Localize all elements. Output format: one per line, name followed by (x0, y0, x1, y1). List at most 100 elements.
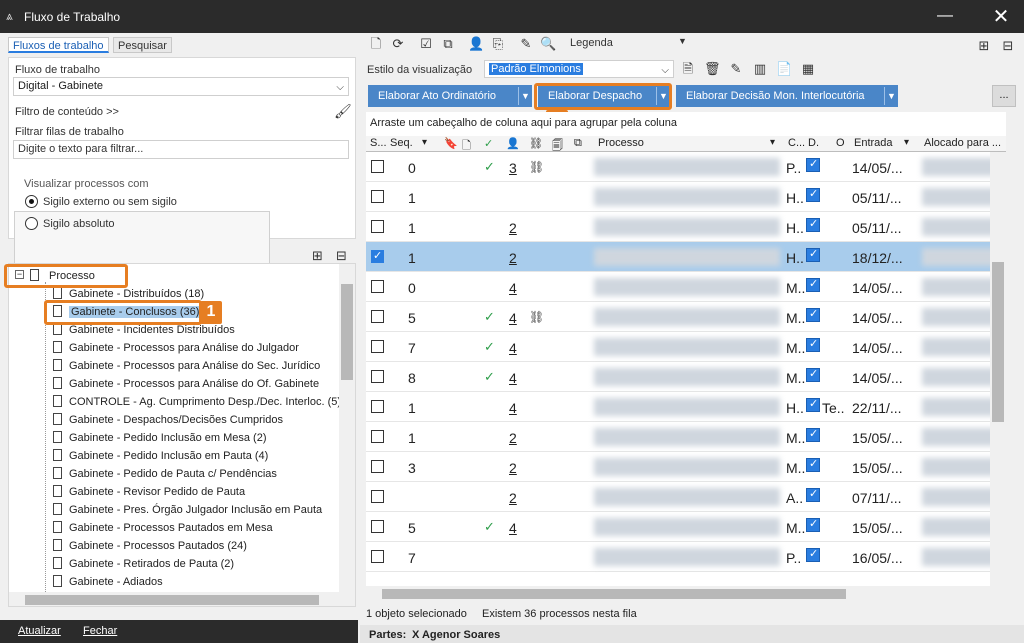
table-row[interactable]: 0 4 M.. 14/05/... (366, 272, 1006, 302)
row-checkbox[interactable] (371, 460, 384, 473)
tree-item[interactable]: Gabinete - Adiados (69, 576, 163, 588)
table-row[interactable]: 2 A.. 07/11/... (366, 482, 1006, 512)
row-doc-checkbox[interactable] (806, 397, 820, 412)
row-doc-checkbox[interactable] (806, 277, 820, 292)
row-number-link[interactable]: 4 (509, 370, 517, 386)
tree-item[interactable]: Gabinete - Processos para Análise do Jul… (69, 342, 299, 354)
view-style-select[interactable]: Padrão Elmonions ⌵ (484, 60, 674, 78)
row-doc-checkbox[interactable] (806, 517, 820, 532)
action-decisao-interlocutoria[interactable]: Elaborar Decisão Mon. Interlocutória ▼ (676, 85, 898, 107)
row-number-link[interactable]: 3 (509, 160, 517, 176)
row-checkbox[interactable] (371, 220, 384, 233)
edit-icon[interactable]: ✎ (728, 61, 744, 77)
tree-item[interactable]: Gabinete - Incidentes Distribuídos (69, 324, 235, 336)
col-s[interactable]: S... (370, 137, 387, 149)
row-checkbox[interactable] (371, 400, 384, 413)
tree-item[interactable]: Gabinete - Processos Pautados em Mesa (69, 522, 273, 534)
brush-icon[interactable]: 🖌 (334, 103, 352, 120)
grid-scroll-thumb[interactable] (992, 262, 1004, 422)
close-button[interactable]: Fechar (83, 625, 117, 637)
tree-item[interactable]: Gabinete - Revisor Pedido de Pauta (69, 486, 245, 498)
col-seq[interactable]: Seq. (390, 137, 413, 149)
tree-item[interactable]: Gabinete - Pedido de Pauta c/ Pendências (69, 468, 277, 480)
row-checkbox[interactable] (371, 490, 384, 503)
grid-h-scroll-thumb[interactable] (382, 589, 846, 599)
action-ato-ordinatorio[interactable]: Elaborar Ato Ordinatório ▼ (368, 85, 532, 107)
radio-sigilo-externo[interactable] (25, 195, 38, 208)
bookmark-icon[interactable]: 🔖 (444, 137, 458, 150)
table-row[interactable]: 3 2 M.. 15/05/... (366, 452, 1006, 482)
row-number-link[interactable]: 2 (509, 250, 517, 266)
tree-collapse-icon[interactable]: ⊟ (336, 248, 347, 264)
row-checkbox[interactable] (371, 190, 384, 203)
row-number-link[interactable]: 4 (509, 340, 517, 356)
row-checkbox[interactable] (371, 340, 384, 353)
tree-item[interactable]: Gabinete - Processos para Análise do Sec… (69, 360, 320, 372)
check-col-icon[interactable]: ✓ (484, 137, 493, 150)
legend-label[interactable]: Legenda (570, 37, 613, 49)
tree-item[interactable]: Gabinete - Pres. Órgão Julgador Inclusão… (69, 504, 322, 516)
row-doc-checkbox[interactable] (806, 157, 820, 172)
grid-settings-icon[interactable]: ▦ (800, 61, 816, 77)
row-doc-checkbox[interactable] (806, 187, 820, 202)
radio-sigilo-absoluto[interactable] (25, 217, 38, 230)
workflow-select[interactable]: Digital - Gabinete ⌵ (13, 77, 349, 96)
close-window-button[interactable]: ✕ (990, 6, 1012, 28)
row-number-link[interactable]: 2 (509, 490, 517, 506)
panel-layout-icon[interactable]: ⊟ (1000, 38, 1016, 54)
tree-item[interactable]: Gabinete - Retirados de Pauta (2) (69, 558, 234, 570)
report-icon[interactable]: 📄 (776, 61, 792, 77)
tree-item[interactable]: Gabinete - Processos para Análise do Of.… (69, 378, 319, 390)
refresh-icon[interactable]: ⟳ (390, 36, 406, 52)
filter-icon[interactable]: ▾ (904, 137, 909, 148)
row-doc-checkbox[interactable] (806, 457, 820, 472)
content-filter-link[interactable]: Filtro de conteúdo >> (15, 106, 119, 118)
table-row[interactable]: 8 ✓ 4 M.. 14/05/... (366, 362, 1006, 392)
row-checkbox[interactable] (371, 249, 384, 263)
row-number-link[interactable]: 4 (509, 310, 517, 326)
tree-item[interactable]: Gabinete - Despachos/Decisões Cumpridos (69, 414, 283, 426)
grid-vertical-scrollbar[interactable] (990, 152, 1006, 602)
row-checkbox[interactable] (371, 370, 384, 383)
tree-item[interactable]: Gabinete - Distribuídos (18) (69, 288, 204, 300)
row-number-link[interactable]: 4 (509, 400, 517, 416)
row-number-link[interactable]: 2 (509, 220, 517, 236)
col-processo[interactable]: Processo (598, 137, 644, 149)
tab-pesquisar[interactable]: Pesquisar (113, 37, 172, 53)
filter-icon[interactable]: ▾ (422, 137, 427, 148)
more-button[interactable]: ... (992, 85, 1016, 107)
save-icon[interactable]: 🗎 (680, 61, 696, 77)
tree-item[interactable]: Gabinete - Pedido Inclusão em Pauta (4) (69, 450, 268, 462)
stamp-icon[interactable]: ✎ (518, 36, 534, 52)
table-row[interactable]: 7 ✓ 4 M.. 14/05/... (366, 332, 1006, 362)
checklist-icon[interactable]: ☑ (418, 36, 434, 52)
table-row[interactable]: 1 H.. 05/11/... (366, 182, 1006, 212)
row-doc-checkbox[interactable] (806, 247, 820, 262)
table-row[interactable]: 1 4 H.. Te.. 22/11/... (366, 392, 1006, 422)
tree-item[interactable]: CONTROLE - Ag. Cumprimento Desp./Dec. In… (69, 396, 341, 408)
tree-horizontal-scrollbar[interactable] (9, 592, 339, 606)
refresh-button[interactable]: Atualizar (18, 625, 61, 637)
row-doc-checkbox[interactable] (806, 307, 820, 322)
person-col-icon[interactable]: 👤 (506, 137, 520, 150)
col-alocado[interactable]: Alocado para ... (924, 137, 1001, 149)
search-doc-icon[interactable]: 🔍 (540, 36, 556, 52)
row-checkbox[interactable] (371, 550, 384, 563)
row-checkbox[interactable] (371, 160, 384, 173)
row-doc-checkbox[interactable] (806, 217, 820, 232)
chevron-down-icon[interactable]: ▼ (518, 87, 532, 105)
row-number-link[interactable]: 2 (509, 460, 517, 476)
col-o[interactable]: O (836, 137, 845, 149)
export-icon[interactable]: ⎘ (490, 36, 506, 52)
link-col-icon[interactable]: ⛓ (529, 137, 543, 150)
col-d[interactable]: D. (808, 137, 819, 149)
row-checkbox[interactable] (371, 520, 384, 533)
tab-fluxos[interactable]: Fluxos de trabalho (8, 37, 109, 53)
row-number-link[interactable]: 4 (509, 280, 517, 296)
row-doc-checkbox[interactable] (806, 337, 820, 352)
table-row[interactable]: 1 2 M.. 15/05/... (366, 422, 1006, 452)
tree-scroll-thumb[interactable] (341, 284, 353, 380)
legend-dropdown-icon[interactable]: ▼ (678, 36, 687, 46)
tree-item[interactable]: Gabinete - Pedido Inclusão em Mesa (2) (69, 432, 267, 444)
minimize-button[interactable]: — (935, 6, 955, 26)
